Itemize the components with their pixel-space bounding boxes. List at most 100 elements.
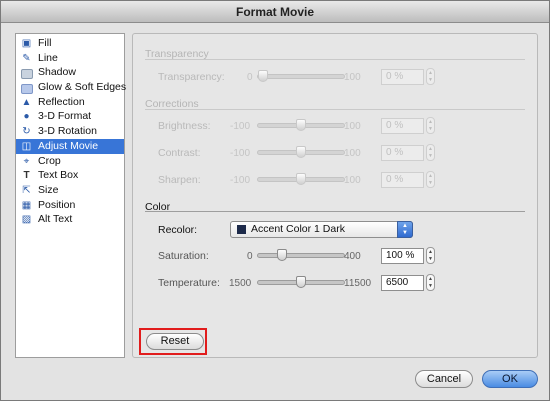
slider-thumb[interactable] — [296, 146, 306, 158]
stepper-up-icon[interactable]: ▲ — [427, 70, 434, 76]
temperature-stepper[interactable]: ▲ ▼ — [426, 274, 435, 291]
pencil-line-icon: ✎ — [22, 52, 31, 64]
brightness-stepper[interactable]: ▲ ▼ — [426, 117, 435, 134]
stepper-down-icon[interactable]: ▼ — [427, 153, 434, 159]
saturation-stepper[interactable]: ▲ ▼ — [426, 247, 435, 264]
sidebar-item-label: Glow & Soft Edges — [38, 81, 127, 94]
sidebar-item-adjust-movie[interactable]: ◫ Adjust Movie — [16, 138, 124, 154]
sidebar-item-alt-text[interactable]: ▨ Alt Text — [16, 212, 124, 227]
sharpen-max: 100 — [344, 175, 361, 186]
slider-thumb[interactable] — [277, 249, 287, 261]
sidebar-item-label: Alt Text — [38, 213, 73, 226]
stepper-up-icon[interactable]: ▲ — [427, 119, 434, 125]
temperature-label: Temperature: — [158, 277, 220, 289]
sidebar-item-shadow[interactable]: Shadow — [16, 65, 124, 80]
contrast-stepper[interactable]: ▲ ▼ — [426, 144, 435, 161]
color-swatch — [237, 225, 246, 234]
sidebar-item-fill[interactable]: ▣ Fill — [16, 36, 124, 51]
transparency-label: Transparency: — [158, 71, 225, 83]
sharpen-stepper[interactable]: ▲ ▼ — [426, 171, 435, 188]
stepper-up-icon[interactable]: ▲ — [427, 173, 434, 179]
brightness-slider[interactable] — [257, 119, 345, 131]
sidebar-item-label: Size — [38, 183, 59, 196]
divider — [145, 59, 525, 60]
sharpen-field[interactable]: 0 % — [381, 172, 424, 188]
sidebar-item-3d-rotation[interactable]: ↻ 3-D Rotation — [16, 124, 124, 139]
sidebar-item-size[interactable]: ⇱ Size — [16, 183, 124, 198]
stepper-up-icon[interactable]: ▲ — [427, 146, 434, 152]
stepper-down-icon[interactable]: ▼ — [427, 256, 434, 262]
category-list: ▣ Fill ✎ Line Shadow Glow & Soft Edges ▲… — [15, 33, 127, 358]
transparency-min: 0 — [247, 72, 253, 83]
text-box-icon: T — [23, 170, 30, 182]
recolor-value: Accent Color 1 Dark — [251, 223, 345, 235]
sidebar-item-label: Fill — [38, 37, 52, 49]
position-icon: ▦ — [21, 199, 32, 211]
saturation-min: 0 — [247, 251, 253, 262]
sidebar-item-label: Shadow — [38, 66, 76, 79]
brightness-min: -100 — [230, 121, 251, 132]
recolor-select[interactable]: Accent Color 1 Dark ▲ ▼ — [230, 221, 413, 238]
select-arrows-icon[interactable]: ▲ ▼ — [397, 221, 413, 238]
3d-format-icon: ● — [23, 111, 30, 123]
slider-thumb[interactable] — [296, 276, 306, 288]
transparency-slider[interactable] — [257, 70, 345, 82]
saturation-max: 400 — [344, 251, 361, 262]
sidebar-item-label: Text Box — [38, 169, 79, 182]
slider-thumb[interactable] — [296, 119, 306, 131]
saturation-field[interactable]: 100 % — [381, 248, 424, 264]
sidebar-item-label: Position — [38, 198, 76, 211]
stepper-down-icon[interactable]: ▼ — [427, 283, 434, 289]
sidebar-item-label: Line — [38, 51, 58, 64]
brightness-label: Brightness: — [158, 120, 211, 132]
brightness-field[interactable]: 0 % — [381, 118, 424, 134]
brightness-max: 100 — [344, 121, 361, 132]
transparency-field[interactable]: 0 % — [381, 69, 424, 85]
sidebar-item-label: Crop — [38, 154, 61, 167]
temperature-max: 11500 — [344, 278, 372, 289]
ok-button[interactable]: OK — [482, 370, 538, 388]
reflection-icon: ▲ — [21, 96, 32, 108]
film-icon: ◫ — [21, 140, 32, 152]
transparency-max: 100 — [344, 72, 361, 83]
sidebar-item-label: 3-D Format — [38, 110, 92, 123]
3d-rotation-icon: ↻ — [22, 126, 31, 138]
sidebar-item-crop[interactable]: ⌖ Crop — [16, 154, 124, 169]
slider-thumb[interactable] — [258, 70, 268, 82]
contrast-label: Contrast: — [158, 147, 201, 159]
contrast-max: 100 — [344, 148, 361, 159]
transparency-stepper[interactable]: ▲ ▼ — [426, 68, 435, 85]
contrast-slider[interactable] — [257, 146, 345, 158]
sidebar-item-glow[interactable]: Glow & Soft Edges — [16, 80, 127, 95]
sharpen-slider[interactable] — [257, 173, 345, 185]
slider-thumb[interactable] — [296, 173, 306, 185]
sidebar-item-position[interactable]: ▦ Position — [16, 198, 124, 213]
sidebar-item-reflection[interactable]: ▲ Reflection — [16, 95, 124, 110]
sidebar-item-text-box[interactable]: T Text Box — [16, 168, 124, 183]
sidebar-item-line[interactable]: ✎ Line — [16, 51, 124, 66]
stepper-down-icon[interactable]: ▼ — [427, 77, 434, 83]
reset-button[interactable]: Reset — [146, 333, 204, 350]
sidebar-item-3d-format[interactable]: ● 3-D Format — [16, 109, 124, 124]
divider — [145, 211, 525, 212]
size-icon: ⇱ — [22, 184, 31, 196]
stepper-up-icon[interactable]: ▲ — [427, 249, 434, 255]
saturation-slider[interactable] — [257, 249, 345, 261]
stepper-down-icon[interactable]: ▼ — [427, 126, 434, 132]
format-movie-dialog: Format Movie ▣ Fill ✎ Line Shadow Glow &… — [0, 0, 550, 401]
contrast-min: -100 — [230, 148, 251, 159]
divider — [145, 109, 525, 110]
temperature-slider[interactable] — [257, 276, 345, 288]
shadow-icon — [20, 67, 33, 80]
stepper-up-icon[interactable]: ▲ — [427, 276, 434, 282]
sidebar-item-label: 3-D Rotation — [38, 125, 97, 138]
glow-icon — [20, 82, 33, 95]
paint-bucket-icon: ▣ — [21, 38, 32, 49]
stepper-down-icon[interactable]: ▼ — [427, 180, 434, 186]
temperature-field[interactable]: 6500 — [381, 275, 424, 291]
sharpen-min: -100 — [230, 175, 251, 186]
sharpen-label: Sharpen: — [158, 174, 201, 186]
sidebar-item-label: Reflection — [38, 95, 85, 108]
contrast-field[interactable]: 0 % — [381, 145, 424, 161]
cancel-button[interactable]: Cancel — [415, 370, 473, 388]
